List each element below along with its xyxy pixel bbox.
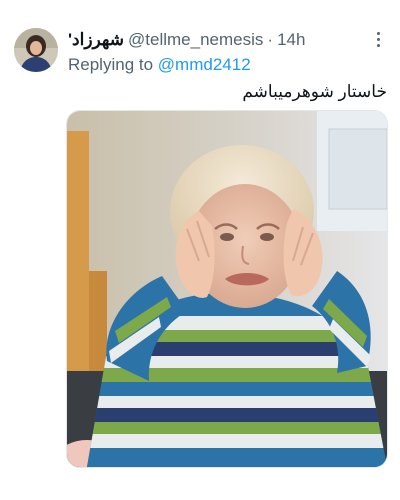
tweet-media-image[interactable]: [66, 110, 388, 468]
reply-mention-link[interactable]: @mmd2412: [158, 55, 251, 74]
crying-toddler-photo: [67, 111, 387, 467]
reply-context: Replying to @mmd2412: [68, 55, 251, 75]
user-handle[interactable]: @tellme_nemesis: [128, 30, 263, 50]
timestamp[interactable]: 14h: [277, 30, 305, 50]
tweet: شهرزاد' @tellme_nemesis · 14h Replying t…: [0, 0, 400, 500]
reply-prefix: Replying to: [68, 55, 154, 74]
avatar[interactable]: [14, 28, 58, 72]
tweet-text: خاستار شوهرمیباشم: [242, 82, 387, 101]
display-name[interactable]: شهرزاد': [68, 30, 124, 50]
tweet-header: شهرزاد' @tellme_nemesis · 14h: [68, 29, 368, 51]
separator-dot: ·: [267, 30, 274, 49]
more-vertical-icon[interactable]: [370, 28, 386, 50]
